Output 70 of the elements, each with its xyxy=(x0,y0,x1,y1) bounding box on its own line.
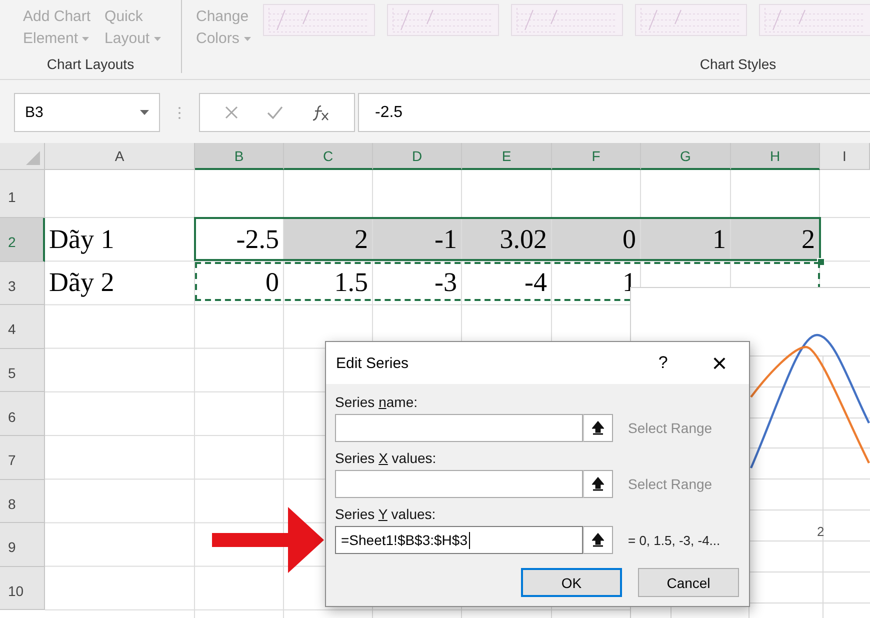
row-header[interactable]: 4 xyxy=(0,305,45,349)
help-button[interactable]: ? xyxy=(658,353,668,373)
cell-text: -4 xyxy=(524,266,548,300)
field-label: Series name: xyxy=(335,394,418,410)
field-hint: Select Range xyxy=(628,476,712,492)
row-header[interactable]: 2 xyxy=(0,218,45,262)
cell-text: -3 xyxy=(434,266,458,300)
check-icon[interactable] xyxy=(266,106,282,119)
cell: 1 xyxy=(641,218,730,261)
input-field[interactable] xyxy=(335,470,583,498)
row-header[interactable]: 1 xyxy=(0,170,45,218)
group-label: Chart Styles xyxy=(698,56,778,72)
row-header[interactable]: 10 xyxy=(0,566,45,610)
row-header[interactable]: 8 xyxy=(0,480,45,524)
row-header[interactable]: 7 xyxy=(0,436,45,480)
column-header[interactable]: B xyxy=(195,143,284,170)
cell-text: 1.5 xyxy=(333,266,369,300)
axis-label: 2 xyxy=(817,524,824,539)
cancel-icon[interactable] xyxy=(224,106,238,119)
row-header[interactable]: 5 xyxy=(0,348,45,392)
cell: 0 xyxy=(552,218,640,261)
grip-icon[interactable] xyxy=(178,106,181,120)
column-header[interactable]: G xyxy=(641,143,731,170)
chart-style-thumbnail[interactable] xyxy=(634,4,747,36)
collapse-button[interactable] xyxy=(583,414,613,442)
cell-text: Dãy 2 xyxy=(48,266,116,300)
field-hint: Select Range xyxy=(628,420,712,436)
input-field[interactable] xyxy=(335,414,583,442)
close-button[interactable]: × xyxy=(712,350,727,376)
cell-text: -2.5 xyxy=(235,222,280,256)
chart-style-thumbnail[interactable] xyxy=(758,4,870,36)
caret-icon xyxy=(82,37,90,42)
dialog-title: Edit Series xyxy=(336,354,410,372)
column-header[interactable]: C xyxy=(284,143,373,170)
column-header[interactable]: H xyxy=(731,143,820,170)
caret-icon xyxy=(244,37,251,42)
row-header[interactable]: 6 xyxy=(0,392,45,436)
cell: -1 xyxy=(373,218,461,261)
collapse-button[interactable] xyxy=(583,470,613,498)
row-header[interactable]: 9 xyxy=(0,523,45,567)
select-all-icon[interactable] xyxy=(26,151,40,165)
cell-text: Dãy 1 xyxy=(48,222,116,256)
cell: 2 xyxy=(731,218,819,261)
collapse-button[interactable] xyxy=(583,526,613,554)
upload-arrow-icon xyxy=(592,421,604,435)
field-result: = 0, 1.5, -3, -4... xyxy=(628,532,720,548)
chart-style-thumbnail[interactable] xyxy=(510,4,623,36)
upload-arrow-icon xyxy=(592,533,604,547)
name-box[interactable]: B3 xyxy=(14,93,160,132)
cell: 2 xyxy=(284,218,372,261)
chart-style-thumbnail[interactable] xyxy=(386,4,499,36)
chart-style-thumbnail[interactable] xyxy=(262,4,375,36)
group-label: Chart Layouts xyxy=(46,56,136,72)
dropdown-icon[interactable] xyxy=(140,110,149,115)
field-label: Series Y values: xyxy=(335,506,437,522)
formula-field[interactable]: -2.5 xyxy=(358,93,870,132)
row-header[interactable]: 3 xyxy=(0,262,45,306)
column-header[interactable]: F xyxy=(552,143,641,170)
column-header[interactable]: D xyxy=(373,143,462,170)
field-label: Series X values: xyxy=(335,450,438,466)
cell-text: 0 xyxy=(264,266,280,300)
column-header[interactable]: E xyxy=(462,143,552,170)
column-header[interactable]: I xyxy=(820,143,870,170)
function-icon[interactable] xyxy=(312,104,330,120)
ok-button[interactable]: OK xyxy=(521,568,622,597)
caret-icon xyxy=(154,37,161,42)
input-field[interactable]: =Sheet1!$B$3:$H$3 xyxy=(335,526,583,554)
cancel-button[interactable]: Cancel xyxy=(638,568,739,597)
upload-arrow-icon xyxy=(592,477,604,491)
cell: 3.02 xyxy=(462,218,551,261)
